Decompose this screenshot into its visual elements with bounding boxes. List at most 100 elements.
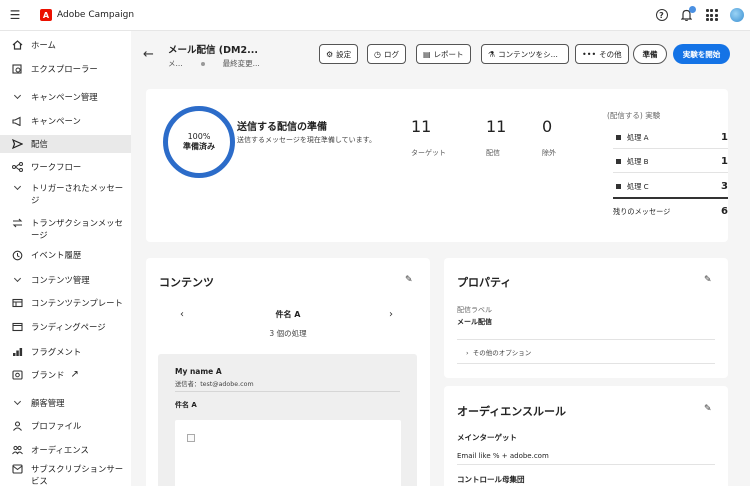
edit-pencil-icon[interactable]: ✎	[405, 275, 413, 285]
other-options-toggle[interactable]: › その他のオプション	[466, 347, 531, 357]
sidebar-item-profiles[interactable]: プロファイル	[0, 420, 131, 432]
simulate-icon: ⚗	[488, 49, 496, 59]
sidebar-item-fragments[interactable]: フラグメント	[0, 346, 131, 358]
sidebar-item-label: オーディエンス	[31, 445, 89, 455]
sidebar-item-label: プロファイル	[31, 421, 82, 431]
hamburger-menu-icon[interactable]: ☰	[0, 8, 30, 22]
divider	[613, 197, 728, 199]
send-icon	[10, 138, 24, 150]
stat-caption: 除外	[542, 149, 556, 157]
more-button[interactable]: ••• その他	[575, 44, 629, 64]
log-button-label: ログ	[383, 49, 399, 59]
audience-icon	[10, 444, 24, 456]
notification-dot	[689, 5, 696, 13]
landing-page-icon	[10, 321, 24, 333]
home-icon	[10, 39, 24, 51]
sidebar-item-audiences[interactable]: オーディエンス	[0, 444, 131, 456]
delivery-label-value: メール配信	[457, 318, 492, 326]
sidebar-item-content-templates[interactable]: コンテンツテンプレート	[0, 297, 131, 309]
stat-excluded: 0 除外	[542, 117, 556, 158]
adobe-logo: A	[40, 9, 52, 21]
sidebar-item-label: イベント履歴	[31, 250, 82, 260]
sidebar-section-content[interactable]: コンテンツ管理	[0, 274, 131, 286]
settings-button[interactable]: ⚙ 設定	[319, 44, 359, 64]
stat-value: 0	[542, 117, 553, 136]
sidebar-section-label: コンテンツ管理	[31, 275, 90, 285]
chevron-down-icon	[10, 397, 24, 409]
progress-percent: 100%	[187, 132, 211, 141]
sidebar-item-label: ランディングページ	[31, 322, 106, 332]
status-dot	[200, 61, 205, 66]
bell-icon[interactable]	[680, 5, 696, 22]
divider	[613, 172, 728, 173]
start-experiment-button[interactable]: 実験を開始	[673, 44, 730, 64]
history-icon	[10, 249, 24, 261]
other-options-label: その他のオプション	[472, 349, 532, 357]
sidebar-item-label: サブスクリプションサービス	[31, 464, 124, 486]
divider	[457, 339, 715, 340]
stat-caption: 配信	[486, 149, 500, 157]
divider	[175, 391, 400, 392]
more-button-label: その他	[599, 49, 622, 59]
chevron-right-icon[interactable]: ›	[389, 309, 393, 320]
preview-sender-address: 送信者：test@adobe.com	[175, 381, 254, 388]
log-button[interactable]: ◷ ログ	[367, 44, 406, 64]
remaining-row: 残りのメッセージ 6	[613, 206, 728, 217]
treatment-value: 1	[721, 132, 728, 143]
sidebar-item-event-history[interactable]: イベント履歴	[0, 249, 131, 261]
delivery-label-caption: 配信ラベル	[457, 306, 492, 314]
settings-button-label: 設定	[336, 49, 352, 59]
report-button[interactable]: ▤ レポート	[416, 44, 471, 64]
remaining-label: 残りのメッセージ	[613, 206, 671, 216]
apps-icon[interactable]	[705, 9, 718, 22]
chevron-right-icon: ›	[466, 349, 469, 357]
avatar[interactable]	[730, 8, 744, 22]
sidebar-item-landing-pages[interactable]: ランディングページ	[0, 321, 131, 333]
sidebar-section-customer[interactable]: 顧客管理	[0, 397, 131, 409]
edit-pencil-icon[interactable]: ✎	[704, 275, 712, 285]
sidebar-item-workflow[interactable]: ワークフロー	[0, 161, 131, 173]
sidebar-section-triggered[interactable]: トリガーされたメッセージ	[0, 182, 131, 206]
simulate-content-button[interactable]: ⚗ コンテンツをシ...	[481, 44, 569, 64]
sidebar-item-label: フラグメント	[31, 347, 82, 357]
simulate-content-button-label: コンテンツをシ...	[498, 49, 558, 59]
sidebar-section-campaign[interactable]: キャンペーン管理	[0, 91, 131, 103]
edit-pencil-icon[interactable]: ✎	[704, 404, 712, 414]
prepare-button[interactable]: 準備	[633, 44, 667, 64]
external-link-icon[interactable]: ↗	[71, 369, 79, 381]
app-title: Adobe Campaign	[57, 10, 135, 20]
sidebar-item-campaign[interactable]: キャンペーン	[0, 115, 131, 127]
sidebar-item-brands[interactable]: ブランド ↗	[0, 369, 131, 381]
sidebar-item-explorer[interactable]: エクスプローラー	[0, 63, 131, 75]
explorer-icon	[10, 63, 24, 75]
last-modified-label: 最終変更...	[222, 59, 260, 68]
content-card: コンテンツ ✎ ‹ 件名 A 3 個の処理 › My name A 送信者：te…	[146, 258, 430, 486]
stat-value: 11	[486, 117, 507, 136]
experiment-row: 処理 B 1	[616, 156, 728, 167]
audience-title: オーディエンスルール	[457, 405, 567, 418]
experiment-row: 処理 A 1	[616, 132, 728, 143]
report-button-label: レポート	[433, 49, 464, 59]
sidebar-item-label: トランザクションメッセージ	[31, 218, 123, 240]
preview-body	[175, 420, 401, 486]
sidebar-item-transactional[interactable]: トランザクションメッセージ	[0, 217, 131, 241]
sidebar-item-home[interactable]: ホーム	[0, 39, 131, 51]
sidebar-item-label: エクスプローラー	[31, 64, 98, 74]
sidebar-item-label: コンテンツテンプレート	[31, 298, 123, 308]
summary-title: 送信する配信の準備	[237, 122, 327, 133]
treatment-square-icon	[616, 159, 621, 164]
preview-subject: 件名 A	[175, 401, 197, 409]
divider	[613, 148, 728, 149]
more-dots-icon: •••	[582, 49, 597, 59]
treatment-label: 処理 C	[627, 181, 649, 191]
chevron-down-icon	[10, 91, 24, 103]
brand-icon	[10, 369, 24, 381]
help-icon[interactable]: ?	[655, 9, 668, 22]
sidebar-item-subscriptions[interactable]: サブスクリプションサービス	[0, 463, 131, 486]
sidebar-item-label: キャンペーン	[31, 116, 81, 126]
back-arrow-icon[interactable]: ←	[143, 47, 154, 62]
treatment-square-icon	[616, 135, 621, 140]
transaction-icon	[10, 217, 24, 229]
sidebar-item-deliveries[interactable]: 配信	[0, 135, 131, 153]
subject-title: 件名 A	[275, 310, 301, 319]
